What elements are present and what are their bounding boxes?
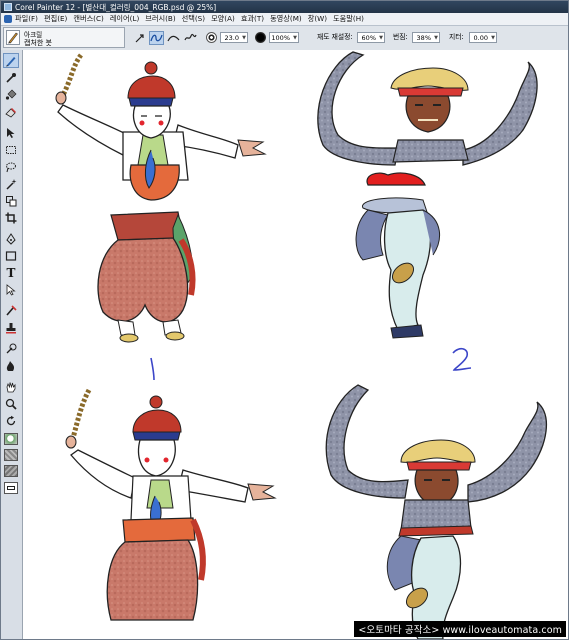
cloner-icon[interactable] xyxy=(3,303,19,318)
dodge-icon[interactable] xyxy=(3,341,19,356)
menu-edit[interactable]: 편집(E) xyxy=(44,14,67,24)
brush-tool-icon[interactable] xyxy=(3,53,19,68)
pen-icon[interactable] xyxy=(3,231,19,246)
menu-file[interactable]: 파일(F) xyxy=(15,14,38,24)
eraser-icon[interactable] xyxy=(3,104,19,119)
transform-icon[interactable] xyxy=(3,193,19,208)
title-bar[interactable]: Corel Painter 12 - [별산대_컬러링_004_RGB.psd … xyxy=(1,1,568,13)
nozzle-icon xyxy=(7,486,15,490)
pattern-swatch[interactable] xyxy=(4,465,18,477)
figure-1-upper xyxy=(55,53,267,201)
window-title: Corel Painter 12 - [별산대_컬러링_004_RGB.psd … xyxy=(15,2,217,12)
artwork xyxy=(55,51,547,639)
resaturation-field[interactable]: 60% ▼ xyxy=(357,32,385,43)
magnifier-icon[interactable] xyxy=(3,396,19,411)
layer-adjuster-icon[interactable] xyxy=(3,125,19,140)
figure-1-assembled xyxy=(65,388,277,621)
opacity-field[interactable]: 100% ▼ xyxy=(269,32,299,43)
magic-wand-icon[interactable] xyxy=(3,176,19,191)
size-field[interactable]: 23.0 ▼ xyxy=(220,32,248,43)
stroke-attributes-icon[interactable] xyxy=(183,31,198,45)
paper-texture-swatch[interactable] xyxy=(4,449,18,461)
app-icon xyxy=(4,3,12,11)
rectangular-selection-icon[interactable] xyxy=(3,142,19,157)
lasso-icon[interactable] xyxy=(3,159,19,174)
menu-help[interactable]: 도움말(H) xyxy=(333,14,364,24)
straight-line-stroke-icon[interactable] xyxy=(166,31,181,45)
figure-2-lower xyxy=(355,172,441,339)
resaturation-label: 재도 재설정: xyxy=(317,33,353,41)
grabber-icon[interactable] xyxy=(3,379,19,394)
opacity-icon xyxy=(255,32,266,43)
menu-shapes[interactable]: 모양(A) xyxy=(211,14,235,24)
menu-brushes[interactable]: 브러시(B) xyxy=(145,14,175,24)
crop-icon[interactable] xyxy=(3,210,19,225)
shape-selection-icon[interactable] xyxy=(3,282,19,297)
menu-canvas[interactable]: 캔버스(C) xyxy=(73,14,103,24)
bleed-value: 38% xyxy=(416,34,431,42)
label-1-stroke xyxy=(150,357,155,381)
opacity-value: 100% xyxy=(271,34,290,42)
main-color-swatch[interactable] xyxy=(4,433,18,445)
menu-movie[interactable]: 동영상(M) xyxy=(270,14,302,24)
freehand-stroke-icon[interactable] xyxy=(149,31,164,45)
brush-category-icon xyxy=(6,30,20,45)
paint-bucket-icon[interactable] xyxy=(3,87,19,102)
painter-window: Corel Painter 12 - [별산대_컬러링_004_RGB.psd … xyxy=(0,0,569,640)
brush-selector[interactable]: 아크릴 캡처한 붓 xyxy=(3,27,125,48)
burn-icon[interactable] xyxy=(3,358,19,373)
text-tool-icon[interactable]: T xyxy=(3,265,19,280)
dropper-tool-icon[interactable] xyxy=(3,70,19,85)
menu-select[interactable]: 선택(S) xyxy=(182,14,205,24)
menu-window[interactable]: 창(W) xyxy=(308,14,327,24)
painter-logo-icon[interactable] xyxy=(4,15,12,23)
stroke-type-group xyxy=(132,30,200,46)
jitter-field[interactable]: 0.00 ▼ xyxy=(469,32,497,43)
size-icon xyxy=(206,32,217,43)
menu-bar: 파일(F) 편집(E) 캔버스(C) 레이어(L) 브러시(B) 선택(S) 모… xyxy=(1,13,568,26)
size-value: 23.0 xyxy=(224,34,239,42)
jitter-value: 0.00 xyxy=(473,34,488,42)
bleed-field[interactable]: 38% ▼ xyxy=(412,32,440,43)
label-2-stroke xyxy=(452,347,472,371)
figure-2-assembled xyxy=(325,384,547,639)
toolbox: T xyxy=(1,50,23,639)
bleed-label: 번짐: xyxy=(393,33,408,41)
jitter-label: 지터: xyxy=(449,33,464,41)
rectangle-shape-icon[interactable] xyxy=(3,248,19,263)
menu-layers[interactable]: 레이어(L) xyxy=(110,14,139,24)
menu-effects[interactable]: 효과(T) xyxy=(241,14,264,24)
rubber-stamp-icon[interactable] xyxy=(3,320,19,335)
watermark: <오토마타 공작소> www.iloveautomata.com xyxy=(354,621,566,637)
figure-1-lower xyxy=(97,211,196,343)
resaturation-value: 60% xyxy=(361,34,376,42)
document-canvas[interactable]: 1 2 xyxy=(23,50,568,639)
figure-2-upper xyxy=(317,51,538,166)
brush-variant-label: 캡처한 붓 xyxy=(24,39,52,47)
rotate-page-icon[interactable] xyxy=(3,413,19,428)
property-bar: 아크릴 캡처한 붓 23.0 ▼ 100% ▼ 재도 재설정: 60% ▼ 번짐: 3… xyxy=(1,26,568,51)
brush-ghost-icon[interactable] xyxy=(132,31,147,45)
